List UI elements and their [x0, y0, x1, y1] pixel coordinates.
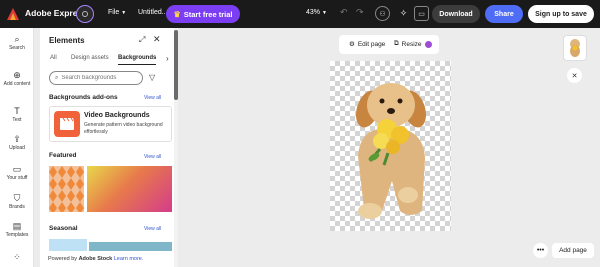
- resize-icon: ⧉: [394, 40, 399, 47]
- elements-panel: Elements ⤢ ✕ All Design assets Backgroun…: [40, 28, 174, 267]
- plus-icon: ⊕: [13, 70, 21, 80]
- chevron-down-icon: ▼: [121, 9, 127, 16]
- upload-icon: ⇪: [13, 134, 21, 144]
- rail-item-templates[interactable]: ▤ Templates: [0, 221, 34, 238]
- rail-item-label: Text: [12, 117, 22, 123]
- file-menu[interactable]: File ▼: [108, 9, 126, 16]
- addon-name: Video Backgrounds: [84, 112, 150, 119]
- rail-item-label: Templates: [5, 232, 29, 238]
- undo-icon[interactable]: ↶: [340, 7, 348, 18]
- view-all-seasonal-link[interactable]: View all: [144, 226, 161, 232]
- rail-item-label: Add content: [3, 81, 31, 87]
- chevron-down-icon: ▼: [322, 9, 327, 16]
- zoom-menu[interactable]: 43% ▼: [306, 9, 327, 16]
- view-all-addons-link[interactable]: View all: [144, 95, 161, 101]
- search-field[interactable]: ⌕: [49, 71, 143, 85]
- left-rail: ⌕ Search ⊕ Add content T Text ⇪ Upload ▭…: [0, 28, 34, 267]
- document-title[interactable]: Untitled...: [138, 9, 168, 16]
- rail-item-add-content[interactable]: ⊕ Add content: [0, 70, 34, 87]
- close-icon[interactable]: ✕: [567, 68, 582, 83]
- seasonal-background-teal[interactable]: [89, 242, 172, 251]
- canvas-toolbar: ⚙ Edit page ⧉ Resize: [339, 35, 439, 54]
- page-thumbnail-puppy-icon: [570, 39, 580, 57]
- brand-icon: ⛉: [13, 193, 21, 203]
- templates-icon: ▤: [12, 221, 22, 231]
- panel-scrollbar-thumb[interactable]: [174, 30, 178, 100]
- tab-all[interactable]: All: [50, 55, 57, 61]
- edit-page-label: Edit page: [357, 40, 386, 48]
- resize-button[interactable]: ⧉ Resize: [394, 40, 432, 48]
- rail-item-upload[interactable]: ⇪ Upload: [0, 134, 34, 151]
- rail-item-label: Search: [9, 45, 25, 51]
- crown-icon: ♛: [173, 9, 181, 19]
- powered-by-text: Powered by Adobe Stock Learn more.: [48, 256, 143, 262]
- puppy-with-flowers-image[interactable]: [330, 61, 451, 231]
- rail-item-your-stuff[interactable]: ▭ Your stuff: [0, 164, 34, 181]
- search-icon: ⌕: [14, 34, 20, 44]
- rail-item-label: Your stuff: [6, 175, 28, 181]
- ideas-lightbulb-icon[interactable]: ✧: [396, 6, 411, 21]
- text-icon: T: [14, 106, 20, 116]
- start-free-trial-button[interactable]: ♛ Start free trial: [166, 5, 240, 23]
- section-title-addons: Backgrounds add-ons: [49, 94, 118, 101]
- powered-brand: Adobe Stock: [78, 256, 113, 262]
- rail-item-brands[interactable]: ⛉ Brands: [0, 193, 34, 210]
- adobe-express-logo-icon[interactable]: [6, 7, 20, 21]
- rail-item-text[interactable]: T Text: [0, 106, 34, 123]
- zoom-level: 43%: [306, 9, 321, 16]
- edit-page-button[interactable]: ⚙ Edit page: [349, 40, 386, 49]
- tab-design-assets[interactable]: Design assets: [71, 55, 109, 61]
- panel-title: Elements: [49, 36, 85, 45]
- section-title-seasonal: Seasonal: [49, 225, 78, 232]
- learn-more-link[interactable]: Learn more.: [114, 256, 144, 262]
- expand-icon[interactable]: ⤢: [139, 35, 145, 45]
- comment-icon[interactable]: ▭: [414, 6, 429, 21]
- featured-background-diamond-pattern[interactable]: [49, 166, 84, 212]
- sign-up-button[interactable]: Sign up to save: [528, 5, 594, 23]
- addon-description: Generate pattern video background effort…: [84, 122, 163, 135]
- featured-background-gradient[interactable]: [87, 166, 172, 212]
- top-bar: Adobe Express File ▼ Untitled... ♛ Start…: [0, 0, 600, 28]
- section-title-featured: Featured: [49, 152, 77, 159]
- filter-icon[interactable]: ▽: [149, 73, 155, 82]
- design-page-canvas[interactable]: [330, 61, 451, 231]
- trial-button-label: Start free trial: [183, 9, 233, 19]
- apps-icon: ⁘: [13, 252, 21, 262]
- close-icon[interactable]: ✕: [153, 34, 161, 45]
- redo-icon[interactable]: ↷: [356, 7, 364, 18]
- collaborate-icon[interactable]: ⚇: [375, 6, 390, 21]
- more-options-icon[interactable]: •••: [533, 243, 548, 258]
- folder-icon: ▭: [12, 164, 22, 174]
- share-button[interactable]: Share: [485, 5, 523, 23]
- download-button[interactable]: Download: [432, 5, 480, 23]
- seasonal-background-light-blue[interactable]: [49, 239, 87, 251]
- rail-item-label: Brands: [9, 204, 25, 210]
- chevron-right-icon[interactable]: ›: [166, 54, 169, 63]
- video-backgrounds-addon-card[interactable]: Video Backgrounds Generate pattern video…: [49, 106, 172, 142]
- sliders-icon: ⚙: [349, 41, 355, 48]
- search-input[interactable]: [61, 75, 140, 81]
- add-page-button[interactable]: Add page: [552, 243, 594, 258]
- page-thumbnail[interactable]: [563, 35, 587, 61]
- panel-tabs: All Design assets Backgrounds ›: [49, 54, 174, 67]
- tab-backgrounds[interactable]: Backgrounds: [118, 55, 157, 65]
- home-icon[interactable]: [76, 5, 94, 23]
- video-clapper-icon: [54, 111, 80, 137]
- view-all-featured-link[interactable]: View all: [144, 154, 161, 160]
- file-menu-label: File: [108, 9, 120, 16]
- powered-prefix: Powered by: [48, 256, 79, 262]
- rail-item-search[interactable]: ⌕ Search: [0, 34, 34, 51]
- rail-item-label: Upload: [9, 145, 25, 151]
- premium-crown-icon: [424, 40, 432, 48]
- search-icon: ⌕: [55, 74, 59, 81]
- resize-label: Resize: [401, 40, 422, 48]
- rail-item-apps[interactable]: ⁘: [0, 252, 34, 263]
